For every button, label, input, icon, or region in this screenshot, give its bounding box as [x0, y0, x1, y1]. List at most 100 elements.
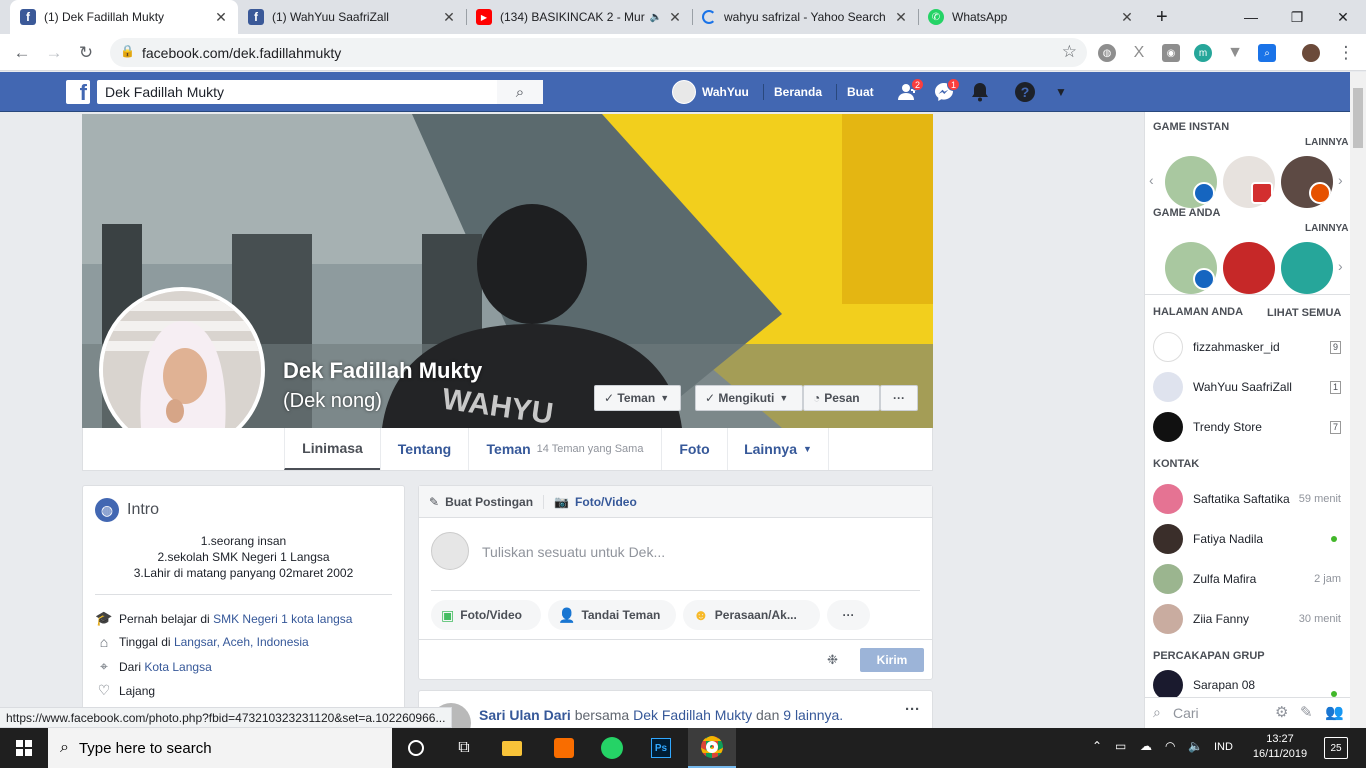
messenger-icon[interactable]: 1 [932, 78, 960, 104]
action-center-icon[interactable]: 25 [1324, 737, 1348, 759]
task-view-icon[interactable]: ⧉ [440, 728, 488, 768]
school-link[interactable]: SMK Negeri 1 kota langsa [213, 612, 352, 626]
photo-video-tab[interactable]: Foto/Video [575, 495, 637, 509]
m-extension-icon[interactable]: m [1194, 44, 1212, 62]
following-button[interactable]: ✓ Mengikuti ▼ [695, 385, 803, 411]
more-button[interactable]: ··· [880, 385, 918, 411]
back-icon[interactable]: ← [10, 41, 34, 65]
tab-about[interactable]: Tentang [380, 428, 468, 470]
more-options-button[interactable]: ··· [827, 600, 870, 630]
your-games-more-link[interactable]: LAINNYA [1305, 223, 1349, 234]
others-link[interactable]: 9 lainnya. [783, 707, 843, 723]
page-item[interactable]: Trendy Store 7 [1153, 411, 1343, 443]
chevron-down-icon[interactable]: ▼ [1049, 80, 1073, 104]
author-link[interactable]: Sari Ulan Dari [479, 707, 571, 723]
facebook-logo-icon[interactable]: f [66, 80, 90, 104]
close-icon[interactable]: ✕ [214, 9, 228, 26]
tag-friends-button[interactable]: 👤 Tandai Teman [548, 600, 676, 630]
contact-item[interactable]: Fatiya Nadila [1153, 523, 1343, 555]
game-thumbnail[interactable] [1165, 156, 1217, 208]
minimize-icon[interactable]: — [1228, 0, 1274, 34]
compose-icon[interactable]: ✎ [1300, 703, 1313, 721]
restore-icon[interactable]: ❐ [1274, 0, 1320, 34]
chrome-icon[interactable] [688, 728, 736, 768]
page-item[interactable]: fizzahmasker_id 9 [1153, 331, 1343, 363]
close-icon[interactable]: ✕ [668, 9, 682, 26]
close-icon[interactable]: ✕ [442, 9, 456, 26]
game-thumbnail[interactable] [1223, 156, 1275, 208]
tab-friends[interactable]: Teman 14 Teman yang Sama [468, 428, 661, 470]
input-language[interactable]: IND [1214, 741, 1233, 753]
contact-item[interactable]: Zulfa Mafira 2 jam [1153, 563, 1343, 595]
tab-whatsapp[interactable]: ✆ WhatsApp ✕ [918, 0, 1144, 34]
game-thumbnail[interactable] [1165, 242, 1217, 294]
create-post-tab[interactable]: Buat Postingan [445, 495, 533, 509]
chevron-right-icon[interactable]: › [1338, 258, 1343, 274]
search-icon[interactable]: ⌕ [497, 80, 543, 104]
tab-yahoo[interactable]: wahyu safrizal - Yahoo Search R ✕ [692, 0, 918, 34]
search-extension-icon[interactable]: ⌕ [1258, 44, 1276, 62]
tab-dek-fadillah[interactable]: f (1) Dek Fadillah Mukty ✕ [10, 0, 238, 34]
game-thumbnail[interactable] [1223, 242, 1275, 294]
tab-youtube[interactable]: ▶ (134) BASIKINCAK 2 - Mur 🔈 ✕ [466, 0, 692, 34]
volume-icon[interactable]: 🔈 [1188, 739, 1203, 753]
x-extension-icon[interactable]: X [1130, 44, 1148, 62]
message-button[interactable]: ◔ Pesan [803, 385, 880, 411]
close-window-icon[interactable]: ✕ [1320, 0, 1366, 34]
address-bar[interactable]: 🔒 facebook.com/dek.fadillahmukty ☆ [110, 38, 1087, 67]
city-link[interactable]: Langsar, Aceh, Indonesia [174, 635, 309, 649]
reload-icon[interactable]: ↻ [74, 41, 98, 65]
tab-more[interactable]: Lainnya ▼ [727, 428, 829, 470]
new-group-icon[interactable]: 👥 [1325, 703, 1344, 721]
clock[interactable]: 13:27 16/11/2019 [1250, 732, 1310, 762]
friend-requests-icon[interactable]: 2 [896, 78, 924, 104]
send-button[interactable]: Kirim [860, 648, 924, 672]
cortana-icon[interactable] [392, 728, 440, 768]
tray-chevron-up-icon[interactable]: ⌃ [1092, 739, 1102, 753]
gear-icon[interactable]: ⚙ [1275, 703, 1288, 721]
create-link[interactable]: Buat [847, 72, 874, 112]
network-icon[interactable]: ☁ [1140, 739, 1152, 753]
tab-photos[interactable]: Foto [661, 428, 727, 470]
settings-icon[interactable]: ❉ [827, 652, 838, 668]
new-tab-button[interactable]: + [1150, 0, 1180, 34]
close-icon[interactable]: ✕ [1120, 9, 1134, 26]
close-icon[interactable]: ✕ [894, 9, 908, 26]
wifi-icon[interactable]: ◠ [1165, 739, 1175, 753]
profile-avatar[interactable] [1302, 44, 1320, 62]
scrollbar-thumb[interactable] [1353, 88, 1363, 148]
xampp-icon[interactable] [540, 728, 588, 768]
battery-icon[interactable]: ▭ [1115, 739, 1126, 753]
v-extension-icon[interactable]: ▼ [1226, 44, 1244, 62]
whatsapp-icon[interactable] [588, 728, 636, 768]
instant-games-more-link[interactable]: LAINNYA [1305, 137, 1349, 148]
search-input[interactable]: Dek Fadillah Mukty ⌕ [97, 80, 543, 104]
forward-icon[interactable]: → [42, 41, 66, 65]
taskbar-search[interactable]: ⌕ Type here to search [48, 728, 392, 768]
camera-icon[interactable]: ◉ [1162, 44, 1180, 62]
star-icon[interactable]: ☆ [1062, 42, 1077, 62]
friends-button[interactable]: ✓ Teman ▼ [594, 385, 681, 411]
photoshop-icon[interactable]: Ps [637, 728, 685, 768]
home-link[interactable]: Beranda [774, 72, 822, 112]
bell-icon[interactable] [968, 80, 992, 104]
game-thumbnail[interactable] [1281, 156, 1333, 208]
globe-icon[interactable]: ◍ [1098, 44, 1116, 62]
chat-search-input[interactable]: Cari [1173, 705, 1199, 721]
contact-item[interactable]: Ziia Fanny 30 menit [1153, 603, 1343, 635]
see-all-link[interactable]: LIHAT SEMUA [1267, 307, 1341, 319]
profile-link[interactable]: WahYuu [672, 72, 749, 112]
photo-video-button[interactable]: ▣ Foto/Video [431, 600, 541, 630]
menu-icon[interactable]: ⋮ [1334, 41, 1358, 65]
contact-item[interactable]: Saftatika Saftatika 59 menit [1153, 483, 1343, 515]
tab-timeline[interactable]: Linimasa [284, 428, 380, 470]
feeling-button[interactable]: ☻ Perasaan/Ak... [683, 600, 820, 630]
tagged-link[interactable]: Dek Fadillah Mukty [633, 707, 752, 723]
chevron-right-icon[interactable]: › [1338, 172, 1343, 188]
page-item[interactable]: WahYuu SaafriZall 1 [1153, 371, 1343, 403]
file-explorer-icon[interactable] [488, 728, 536, 768]
hometown-link[interactable]: Kota Langsa [144, 660, 211, 674]
help-icon[interactable]: ? [1013, 80, 1037, 104]
post-input[interactable]: Tuliskan sesuatu untuk Dek... [482, 544, 665, 560]
page-scrollbar[interactable] [1350, 72, 1366, 728]
